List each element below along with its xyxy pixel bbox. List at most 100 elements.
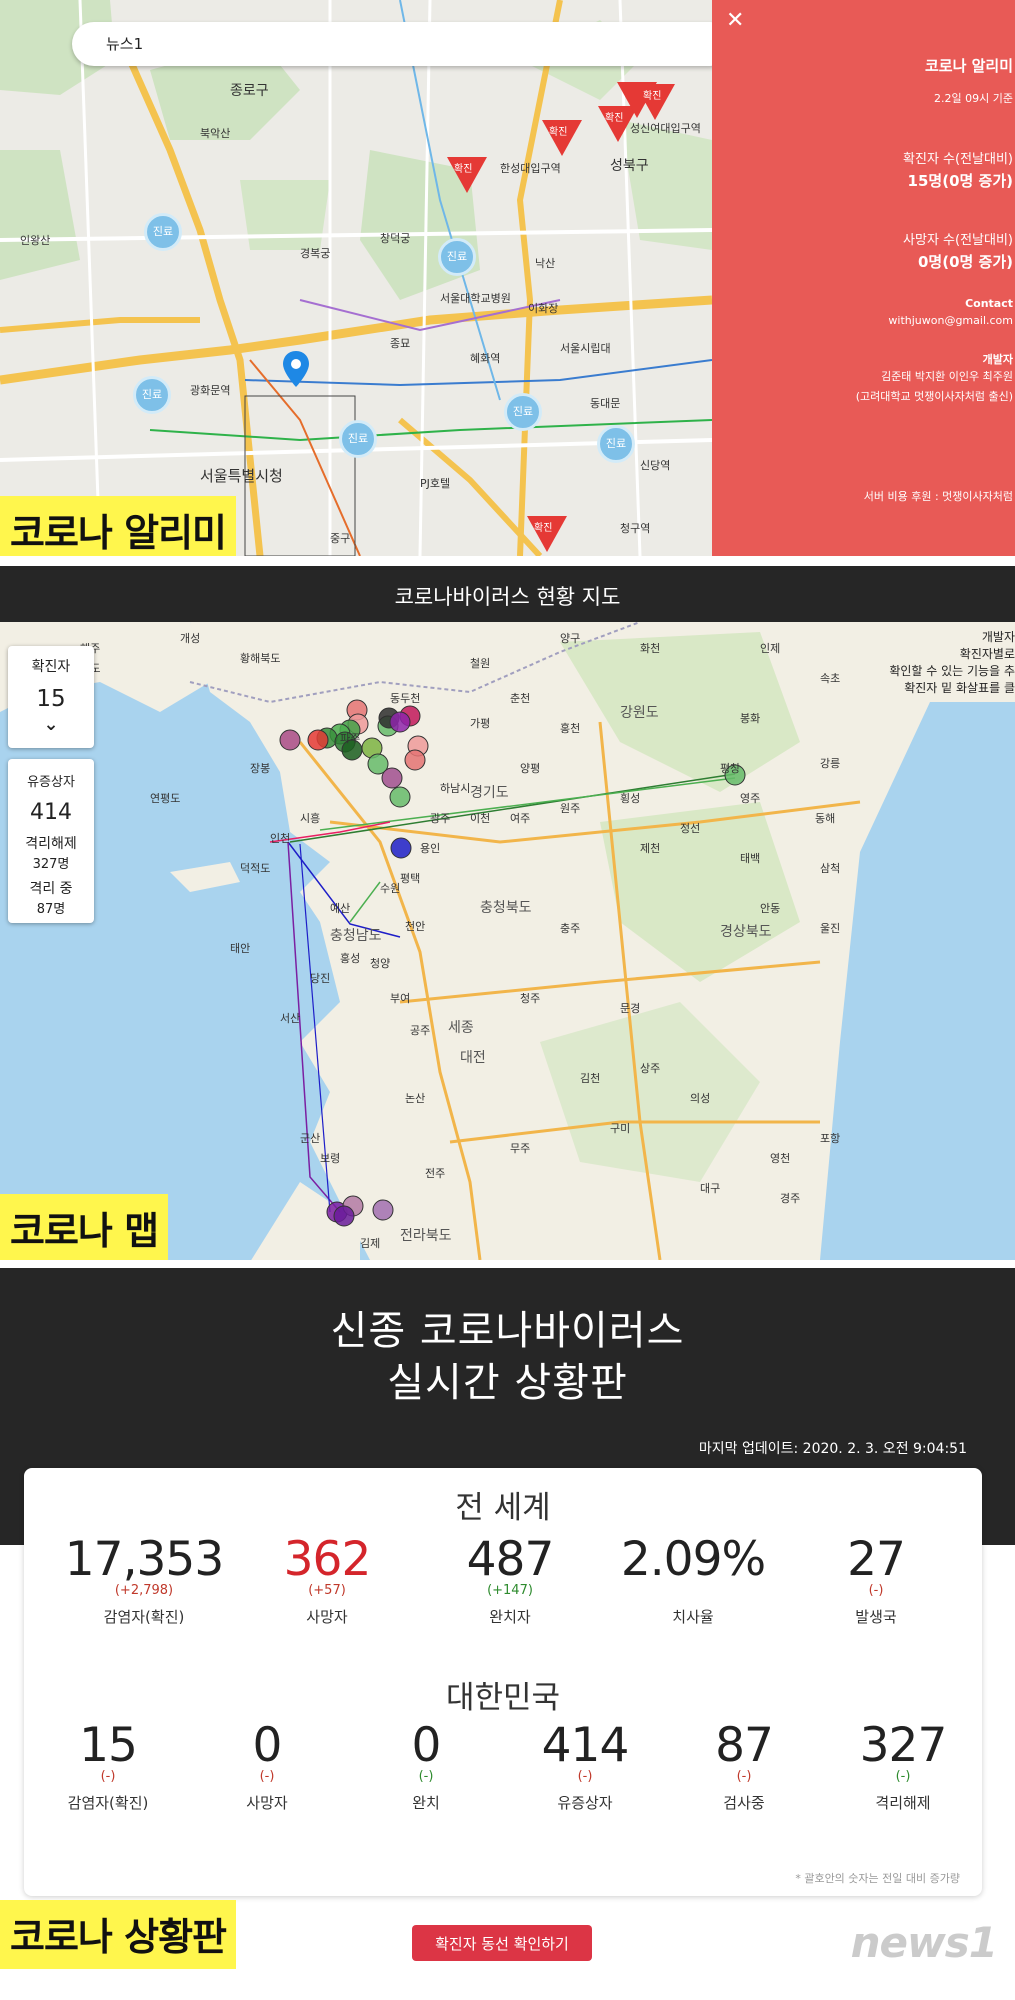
stat-label: 발생국: [855, 1608, 897, 1626]
search-input[interactable]: 뉴스1: [72, 22, 732, 66]
stat-delta: (-): [418, 1769, 434, 1784]
region-label: 홍성: [340, 951, 360, 965]
region-label: 경상북도: [720, 924, 772, 940]
stat-label: 완치: [412, 1794, 440, 1812]
clinic-marker[interactable]: 진료: [339, 420, 377, 458]
region-label: 정선: [680, 822, 700, 835]
clinic-marker[interactable]: 진료: [504, 393, 542, 431]
corona-dashboard-panel: 신종 코로나바이러스 실시간 상황판 마지막 업데이트: 2020. 2. 3.…: [0, 1268, 1015, 2000]
street-map[interactable]: [0, 0, 712, 556]
region-label: 가평: [470, 717, 490, 730]
stat-number: 27: [847, 1532, 906, 1587]
region-label: 봉화: [740, 712, 760, 725]
patient-marker[interactable]: [381, 767, 403, 789]
map-place-label: 서울특별시청: [200, 467, 283, 485]
region-label: 청주: [520, 992, 540, 1005]
region-label: 보령: [320, 1152, 340, 1165]
stat-delta: (+57): [308, 1583, 346, 1598]
region-label: 충청북도: [480, 900, 532, 916]
region-label: 수원: [380, 882, 400, 895]
map-place-label: 서울대학교병원: [440, 292, 511, 305]
region-label: 충청남도: [330, 928, 382, 944]
suspect-box: 유증상자 414 격리해제 327명 격리 중 87명: [8, 759, 94, 923]
confirmed-box[interactable]: 확진자 15 ⌄: [8, 646, 94, 748]
stat-number: 15: [79, 1718, 138, 1773]
patient-marker[interactable]: [279, 729, 301, 751]
region-label: 포항: [820, 1132, 840, 1145]
confirmed-marker-label: 확진: [643, 91, 662, 102]
region-label: 경주: [780, 1192, 800, 1205]
region-label: 논산: [405, 1092, 425, 1105]
stat-label: 감염자(확진): [103, 1608, 185, 1626]
map-place-label: 서울시립대: [560, 342, 611, 355]
note-line: 확진자별로: [959, 647, 1015, 661]
patient-marker[interactable]: [404, 749, 426, 771]
patient-marker[interactable]: [372, 1199, 394, 1221]
route-button[interactable]: 확진자 동선 확인하기: [412, 1925, 592, 1961]
region-label: 경기도: [470, 785, 509, 801]
region-label: 문경: [620, 1002, 640, 1015]
clinic-marker[interactable]: 진료: [144, 213, 182, 251]
region-label: 영주: [740, 792, 760, 805]
patient-marker[interactable]: [389, 711, 411, 733]
close-icon[interactable]: ✕: [726, 8, 744, 33]
released-label: 격리해제: [25, 836, 77, 852]
released-value: 327명: [32, 857, 70, 872]
contact-value[interactable]: withjuwon@gmail.com: [888, 314, 1015, 327]
patient-marker[interactable]: [307, 729, 329, 751]
stat-block: 0 (-) 완치: [346, 1718, 506, 1813]
patient-marker[interactable]: [333, 1205, 355, 1227]
region-label: 대전: [460, 1050, 486, 1066]
dev-school: (고려대학교 멋쟁이사자처럼 출신): [855, 390, 1013, 403]
region-label: 평창: [720, 762, 740, 775]
region-label: 태안: [230, 942, 250, 955]
side-title: 코로나 알리미: [924, 57, 1013, 75]
stats-card: 전 세계 17,353 (+2,798) 감염자(확진) 362 (+57) 사망자 487…: [24, 1468, 982, 1896]
location-pin-icon[interactable]: [283, 351, 309, 387]
region-label: 화천: [640, 641, 660, 655]
section-badge: 코로나 알리미: [0, 496, 236, 556]
region-label: 홍천: [560, 721, 580, 735]
region-label: 이천: [470, 811, 490, 825]
stat-block: 15 (-) 감염자(확진): [28, 1718, 188, 1813]
region-label: 강릉: [820, 757, 840, 770]
stat-label: 사망자: [246, 1794, 288, 1812]
stat-number: 2.09%: [620, 1532, 766, 1587]
region-label: 하남시: [440, 781, 470, 795]
region-label: 태백: [740, 852, 760, 865]
stat-delta: (-): [577, 1769, 593, 1784]
clinic-marker[interactable]: 진료: [438, 238, 476, 276]
title-line: 실시간 상황판: [387, 1360, 628, 1406]
note-line: 개발자: [981, 630, 1015, 644]
patient-marker[interactable]: [390, 837, 412, 859]
stat-delta: (-): [100, 1769, 116, 1784]
map-place-label: 이화장: [528, 302, 559, 315]
region-label: 전주: [425, 1167, 445, 1180]
stat-delta: (+147): [487, 1583, 533, 1598]
region-label: 구미: [610, 1122, 630, 1135]
region-label: 전라북도: [400, 1228, 452, 1244]
region-label: 예산: [330, 902, 350, 915]
clinic-marker[interactable]: 진료: [597, 425, 635, 463]
chevron-down-icon[interactable]: ⌄: [8, 714, 94, 735]
map-place-label: 성북구: [610, 158, 649, 174]
stat-block: 362 (+57) 사망자: [247, 1532, 407, 1627]
title-line: 신종 코로나바이러스: [330, 1308, 685, 1354]
stat-number: 0: [411, 1718, 442, 1773]
section-badge: 코로나 상황판: [0, 1900, 236, 1969]
deaths-value: 0명(0명 증가): [917, 253, 1013, 271]
map-title: 코로나바이러스 현황 지도: [0, 566, 1015, 622]
region-label: 강원도: [620, 705, 659, 721]
clinic-marker[interactable]: 진료: [133, 376, 171, 414]
patient-marker[interactable]: [389, 786, 411, 808]
stat-delta: (-): [868, 1583, 884, 1598]
region-label: 청양: [370, 957, 390, 970]
region-label: 여주: [510, 812, 530, 825]
map-place-label: 광화문역: [190, 384, 231, 397]
korea-map[interactable]: 강원도경기도충청남도 충청북도경상북도전라북도 세종대전 파주 춘천 동두천 철원가평양평여…: [0, 622, 1015, 1260]
korea-title: 대한민국: [445, 1680, 561, 1716]
region-label: 충주: [560, 922, 580, 935]
stat-number: 362: [283, 1532, 372, 1587]
map-place-label: 경복궁: [300, 247, 331, 260]
region-label: 양구: [560, 632, 580, 645]
